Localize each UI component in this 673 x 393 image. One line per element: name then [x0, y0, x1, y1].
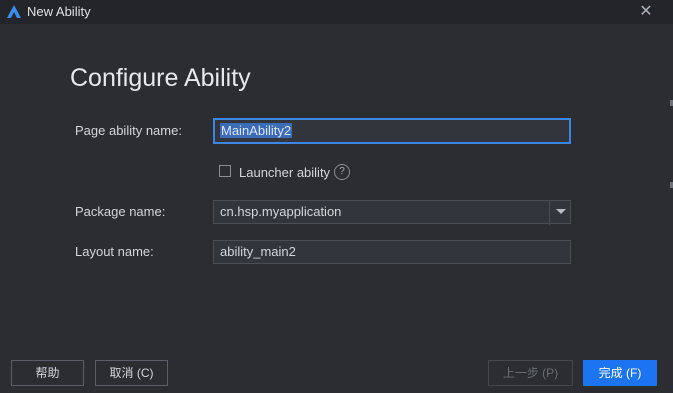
cancel-button[interactable]: 取消 (C): [95, 360, 168, 386]
package-name-label: Package name:: [75, 204, 166, 219]
app-logo-icon: [7, 5, 21, 18]
chevron-down-icon[interactable]: [556, 209, 566, 214]
page-ability-name-input[interactable]: MainAbility2: [213, 118, 571, 144]
window-title: New Ability: [27, 4, 91, 19]
dropdown-divider: [549, 201, 550, 225]
page-title: Configure Ability: [70, 64, 251, 92]
package-name-value: cn.hsp.myapplication: [220, 204, 342, 219]
launcher-ability-checkbox[interactable]: [219, 165, 231, 177]
package-name-dropdown[interactable]: cn.hsp.myapplication: [213, 200, 571, 224]
layout-name-input[interactable]: ability_main2: [213, 240, 571, 264]
previous-button[interactable]: 上一步 (P): [488, 360, 573, 386]
launcher-ability-label[interactable]: Launcher ability: [239, 165, 330, 181]
layout-name-label: Layout name:: [75, 244, 154, 259]
title-bar: New Ability ✕: [0, 0, 673, 24]
page-ability-name-label: Page ability name:: [75, 123, 182, 138]
finish-button[interactable]: 完成 (F): [583, 360, 657, 386]
layout-name-value: ability_main2: [220, 244, 296, 259]
close-icon[interactable]: ✕: [637, 3, 655, 21]
help-button[interactable]: 帮助: [11, 360, 84, 386]
question-mark-icon[interactable]: ?: [334, 164, 350, 180]
page-ability-name-value: MainAbility2: [220, 123, 293, 138]
